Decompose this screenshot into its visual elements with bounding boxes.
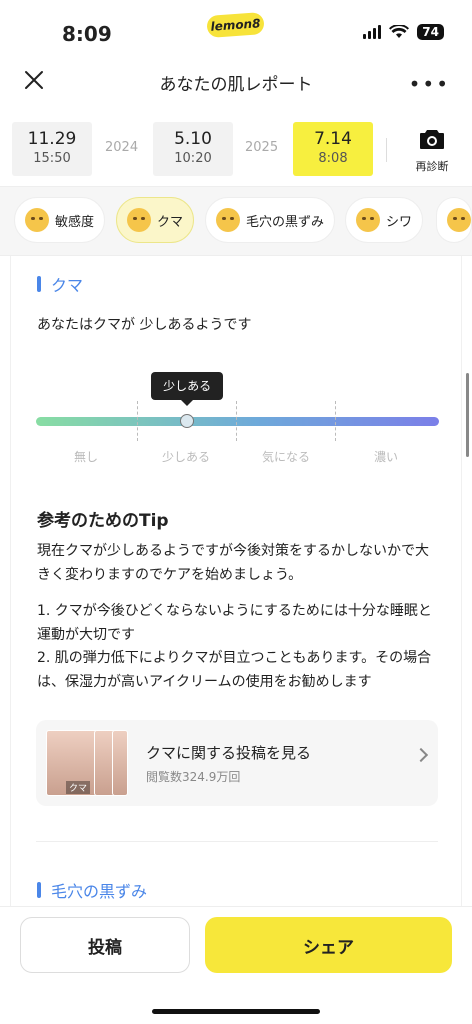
gauge-tick — [236, 401, 237, 441]
battery-icon: 74 — [417, 24, 444, 40]
category-tabs: 敏感度 クマ 毛穴の黒ずみ シワ — [0, 186, 472, 256]
face-emoji-icon — [447, 208, 471, 232]
gauge-tick — [137, 401, 138, 441]
timeline-entry[interactable]: 5.10 10:20 — [153, 122, 233, 176]
timeline-time: 8:08 — [318, 151, 348, 166]
chevron-right-icon — [413, 747, 429, 763]
level-label: 濃い — [373, 450, 398, 464]
tip-title: 参考のためのTip — [37, 511, 169, 531]
level-label: 無し — [73, 450, 98, 464]
thumbnail-label: クマ — [66, 781, 91, 794]
camera-icon — [420, 130, 444, 149]
rediagnose-button[interactable]: 再診断 — [410, 128, 454, 174]
timeline-date: 5.10 — [174, 129, 212, 149]
tab-pores[interactable]: 毛穴の黒ずみ — [205, 197, 336, 243]
timeline-date: 11.29 — [27, 129, 77, 149]
home-indicator[interactable] — [152, 1009, 320, 1014]
divider — [386, 138, 387, 162]
timeline-entry-selected[interactable]: 7.14 8:08 — [293, 122, 373, 176]
section-marker — [37, 882, 41, 898]
tab-wrinkles[interactable]: シワ — [345, 197, 424, 243]
page-title: あなたの肌レポート — [159, 75, 313, 95]
tip-paragraph: 2. 肌の弾力低下によりクマが目立つこともあります。その場合は、保湿力が高いアイ… — [37, 650, 432, 690]
face-emoji-icon — [216, 208, 240, 232]
timeline-time: 15:50 — [33, 151, 71, 166]
report-content: クマ あなたはクマが 少しあるようです 少しある 無し 少しある 気になる 濃い… — [10, 256, 462, 906]
related-posts-card[interactable]: クマ クマに関する投稿を見る 閲覧数324.9万回 — [36, 720, 438, 806]
rediagnose-label: 再診断 — [415, 160, 449, 173]
section-title: 毛穴の黒ずみ — [37, 878, 147, 902]
scrollbar[interactable] — [466, 373, 469, 457]
status-time: 8:09 — [62, 22, 112, 46]
tip-paragraph: 1. クマが今後ひどくならないようにするためには十分な睡眠と運動が大切です — [37, 603, 432, 643]
tab-sensitivity[interactable]: 敏感度 — [14, 197, 106, 243]
tab-partial[interactable] — [436, 197, 472, 243]
face-emoji-icon — [356, 208, 380, 232]
post-button[interactable]: 投稿 — [20, 917, 190, 973]
post-thumbnail — [112, 730, 128, 796]
timeline-year: 2024 — [105, 140, 139, 155]
post-thumbnails: クマ — [46, 730, 128, 796]
section-summary: あなたはクマが 少しあるようです — [37, 317, 252, 333]
face-emoji-icon — [25, 208, 49, 232]
section-title: クマ — [37, 272, 83, 296]
post-card-title: クマに関する投稿を見る — [146, 744, 312, 762]
face-emoji-icon — [127, 208, 151, 232]
tab-dark-circles[interactable]: クマ — [116, 197, 195, 243]
timeline-date: 7.14 — [314, 129, 352, 149]
share-button[interactable]: シェア — [205, 917, 452, 973]
gauge-tick — [335, 401, 336, 441]
section-title-text: 毛穴の黒ずみ — [51, 882, 148, 901]
status-icons: 74 — [363, 24, 444, 40]
timeline-year: 2025 — [245, 140, 279, 155]
timeline-entry[interactable]: 11.29 15:50 — [12, 122, 92, 176]
section-divider — [36, 841, 438, 842]
level-label: 気になる — [261, 450, 310, 464]
level-tooltip: 少しある — [151, 372, 224, 406]
wifi-icon — [389, 25, 410, 38]
tab-label: 敏感度 — [55, 214, 95, 230]
tab-label: クマ — [157, 214, 184, 230]
post-card-views: 閲覧数324.9万回 — [146, 770, 241, 784]
bottom-action-bar: 投稿 シェア — [0, 906, 472, 1024]
tip-paragraph: 現在クマが少しあるようですが今後対策をするかしないかで大きく変わりますのでケアを… — [37, 543, 429, 583]
more-options-icon[interactable]: ••• — [409, 72, 450, 96]
diagnosis-timeline: 11.29 15:50 2024 5.10 10:20 2025 7.14 8:… — [0, 118, 472, 178]
section-title-text: クマ — [51, 276, 84, 295]
level-label: 少しある — [161, 450, 210, 464]
top-nav: あなたの肌レポート ••• — [0, 58, 472, 106]
section-marker — [37, 276, 41, 292]
cellular-signal-icon — [363, 25, 382, 39]
tab-label: 毛穴の黒ずみ — [246, 214, 325, 230]
timeline-time: 10:20 — [174, 151, 212, 166]
tab-label: シワ — [386, 214, 413, 230]
status-bar: 8:09 lemon8 74 — [0, 0, 472, 60]
level-gauge-track — [36, 417, 439, 426]
lemon8-logo: lemon8 — [206, 12, 265, 38]
